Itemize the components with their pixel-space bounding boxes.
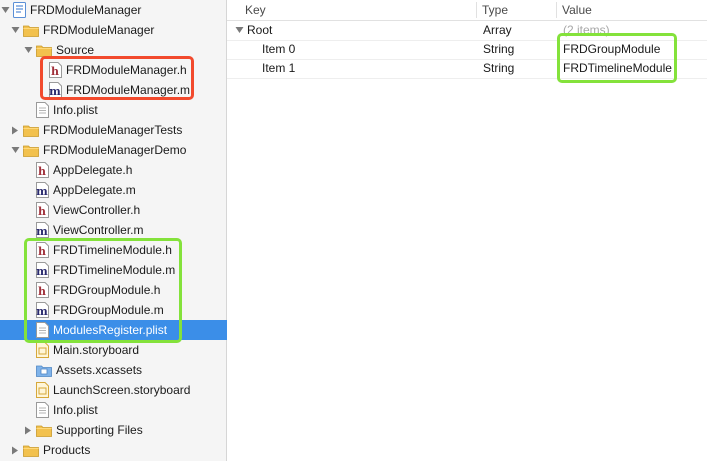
navigator-item-label: Main.storyboard bbox=[53, 343, 140, 357]
column-header-type[interactable]: Type bbox=[482, 0, 508, 20]
svg-text:m: m bbox=[36, 185, 48, 198]
navigator-item-label: FRDModuleManager bbox=[43, 23, 155, 37]
disclosure-triangle-collapsed-icon[interactable] bbox=[10, 125, 20, 135]
navigator-item[interactable]: FRDModuleManager bbox=[0, 20, 236, 40]
disclosure-triangle-expanded-icon[interactable] bbox=[0, 5, 10, 15]
svg-text:m: m bbox=[36, 225, 48, 238]
green-annotation-box bbox=[557, 33, 677, 83]
navigator-item-label: FRDModuleManagerTests bbox=[43, 123, 183, 137]
header-file-icon: h bbox=[36, 202, 49, 218]
navigator-item-label: ViewController.h bbox=[53, 203, 141, 217]
storyboard-icon bbox=[36, 342, 49, 358]
storyboard-icon bbox=[36, 382, 49, 398]
navigator-item[interactable]: FRDModuleManager bbox=[0, 0, 226, 20]
navigator-item[interactable]: LaunchScreen.storyboard bbox=[0, 380, 249, 400]
navigator-item-label: Supporting Files bbox=[56, 423, 143, 437]
navigator-item-label: Assets.xcassets bbox=[56, 363, 143, 377]
plist-key[interactable]: Item 1 bbox=[262, 59, 295, 78]
disclosure-triangle-collapsed-icon[interactable] bbox=[23, 425, 33, 435]
disclosure-triangle-collapsed-icon[interactable] bbox=[10, 445, 20, 455]
navigator-item-label: Products bbox=[43, 443, 91, 457]
navigator-item[interactable]: m AppDelegate.m bbox=[0, 180, 249, 200]
folder-icon bbox=[36, 44, 52, 57]
plist-file-icon bbox=[36, 102, 49, 118]
plist-key[interactable]: Item 0 bbox=[262, 40, 295, 59]
column-divider[interactable] bbox=[476, 2, 477, 18]
navigator-item[interactable]: h AppDelegate.h bbox=[0, 160, 249, 180]
project-icon bbox=[13, 2, 26, 18]
navigator-item[interactable]: h ViewController.h bbox=[0, 200, 249, 220]
plist-type[interactable]: String bbox=[483, 59, 514, 78]
plist-key[interactable]: Root bbox=[247, 21, 272, 40]
navigator-item-label: LaunchScreen.storyboard bbox=[53, 383, 191, 397]
disclosure-triangle-expanded-icon[interactable] bbox=[10, 25, 20, 35]
navigator-item-label: ViewController.m bbox=[53, 223, 144, 237]
red-annotation-box bbox=[40, 56, 194, 100]
navigator-item[interactable]: Assets.xcassets bbox=[0, 360, 249, 380]
disclosure-triangle-expanded-icon[interactable] bbox=[23, 45, 33, 55]
header-file-icon: h bbox=[36, 162, 49, 178]
column-header-value[interactable]: Value bbox=[562, 0, 592, 20]
navigator-item-label: FRDModuleManager bbox=[30, 3, 142, 17]
disclosure-triangle-expanded-icon[interactable] bbox=[10, 145, 20, 155]
green-annotation-box bbox=[24, 238, 182, 343]
navigator-item[interactable]: FRDModuleManagerDemo bbox=[0, 140, 236, 160]
navigator-item[interactable]: Info.plist bbox=[0, 100, 249, 120]
svg-text:h: h bbox=[38, 205, 46, 218]
plist-type[interactable]: String bbox=[483, 40, 514, 59]
folder-icon bbox=[36, 424, 52, 437]
navigator-item[interactable]: Products bbox=[0, 440, 236, 460]
implementation-file-icon: m bbox=[36, 182, 49, 198]
asset-catalog-icon bbox=[36, 364, 52, 377]
navigator-item-label: Info.plist bbox=[53, 103, 98, 117]
navigator-item-label: AppDelegate.h bbox=[53, 163, 133, 177]
implementation-file-icon: m bbox=[36, 222, 49, 238]
folder-icon bbox=[23, 24, 39, 37]
folder-icon bbox=[23, 144, 39, 157]
navigator-item[interactable]: Info.plist bbox=[0, 400, 249, 420]
plist-type[interactable]: Array bbox=[483, 21, 512, 40]
navigator-item[interactable]: Supporting Files bbox=[0, 420, 249, 440]
folder-icon bbox=[23, 444, 39, 457]
disclosure-triangle-expanded-icon[interactable] bbox=[235, 26, 244, 35]
navigator-item-label: FRDModuleManagerDemo bbox=[43, 143, 187, 157]
navigator-item[interactable]: m ViewController.m bbox=[0, 220, 249, 240]
navigator-item-label: Info.plist bbox=[53, 403, 98, 417]
svg-text:h: h bbox=[38, 165, 46, 178]
plist-header: Key Type Value bbox=[227, 0, 707, 21]
navigator-item[interactable]: Main.storyboard bbox=[0, 340, 249, 360]
folder-icon bbox=[23, 124, 39, 137]
navigator-item[interactable]: FRDModuleManagerTests bbox=[0, 120, 236, 140]
column-header-key[interactable]: Key bbox=[245, 0, 266, 20]
plist-file-icon bbox=[36, 402, 49, 418]
navigator-item-label: AppDelegate.m bbox=[53, 183, 136, 197]
column-divider[interactable] bbox=[556, 2, 557, 18]
